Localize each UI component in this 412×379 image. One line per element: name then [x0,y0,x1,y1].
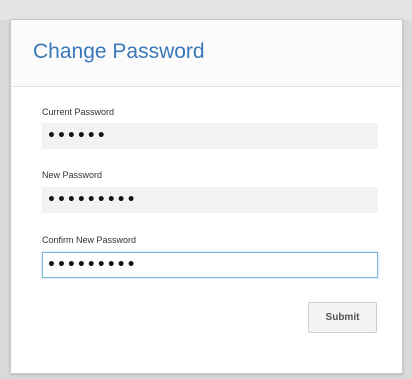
dialog-header: Change Password [11,20,402,87]
new-password-label: New Password [42,170,103,180]
dialog-title: Change Password [33,40,205,63]
confirm-new-password-input[interactable]: ••••••••• [42,252,378,278]
current-password-input[interactable]: •••••• [42,123,378,149]
submit-button[interactable]: Submit [308,302,377,333]
new-password-input[interactable]: ••••••••• [42,187,378,213]
confirm-new-password-label: Confirm New Password [42,235,137,245]
current-password-label: Current Password [42,107,115,117]
change-password-dialog: Change Password Current Password •••••• … [10,19,403,374]
backdrop-top-strip [0,0,412,20]
